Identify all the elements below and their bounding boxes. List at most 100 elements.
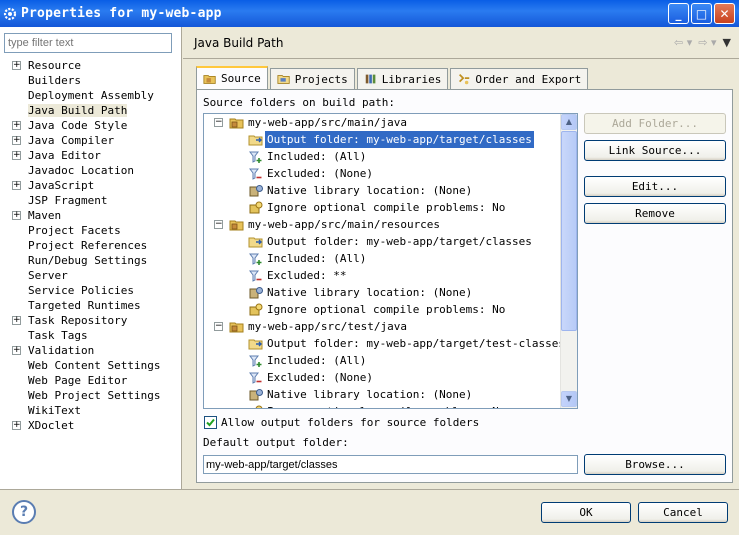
- nav-item-java-code-style[interactable]: + Java Code Style: [12, 118, 160, 133]
- ignore-problems-icon: [248, 200, 264, 216]
- browse-button[interactable]: Browse...: [584, 454, 726, 475]
- tab-libraries[interactable]: Libraries: [356, 68, 449, 89]
- source-attribute-node[interactable]: Included: (All): [204, 148, 562, 165]
- output-folder-icon: [248, 234, 264, 250]
- tree-node-label: Ignore optional compile problems: No: [267, 201, 506, 214]
- edit-button[interactable]: Edit...: [584, 176, 726, 197]
- nav-item-validation[interactable]: + Validation: [12, 343, 160, 358]
- gear-icon: [2, 6, 18, 22]
- nav-item-project-references[interactable]: Project References: [12, 238, 160, 253]
- nav-item-builders[interactable]: Builders: [12, 73, 160, 88]
- nav-item-resource[interactable]: + Resource: [12, 58, 160, 73]
- close-button[interactable]: ✕: [714, 3, 735, 24]
- source-attribute-node[interactable]: Output folder: my-web-app/target/test-cl…: [204, 335, 565, 352]
- nav-item-java-compiler[interactable]: + Java Compiler: [12, 133, 160, 148]
- nav-item-label: Task Repository: [28, 314, 128, 327]
- default-output-field[interactable]: [203, 455, 578, 474]
- view-menu-icon[interactable]: ▼: [723, 36, 731, 49]
- nav-item-label: Resource: [28, 59, 81, 72]
- ok-button[interactable]: OK: [541, 502, 631, 523]
- nav-item-jsp-fragment[interactable]: JSP Fragment: [12, 193, 160, 208]
- tree-node-label: Included: (All): [267, 252, 367, 265]
- expand-icon[interactable]: +: [12, 316, 21, 325]
- source-attribute-node[interactable]: Ignore optional compile problems: No: [204, 199, 562, 216]
- scrollbar-thumb[interactable]: [561, 131, 577, 331]
- minimize-button[interactable]: _: [668, 3, 689, 24]
- expand-icon[interactable]: +: [12, 211, 21, 220]
- nav-item-label: Project References: [28, 239, 148, 252]
- projects-icon: [277, 72, 291, 86]
- add-folder-button[interactable]: Add Folder...: [584, 113, 726, 134]
- collapse-icon[interactable]: −: [214, 322, 223, 331]
- nav-item-web-page-editor[interactable]: Web Page Editor: [12, 373, 160, 388]
- nav-item-label: Java Code Style: [28, 119, 128, 132]
- help-icon[interactable]: ?: [12, 500, 36, 524]
- scroll-up-icon[interactable]: ▲: [561, 114, 577, 130]
- remove-button[interactable]: Remove: [584, 203, 726, 224]
- link-source-button[interactable]: Link Source...: [584, 140, 726, 161]
- expand-icon[interactable]: +: [12, 136, 21, 145]
- source-attribute-node[interactable]: Excluded: (None): [204, 369, 562, 386]
- nav-item-label: Java Editor: [28, 149, 101, 162]
- source-folders-tree[interactable]: − my-web-app/src/main/java Output folder: …: [203, 113, 578, 409]
- allow-output-checkbox[interactable]: [204, 416, 217, 429]
- maximize-button[interactable]: □: [691, 3, 712, 24]
- source-attribute-node[interactable]: Output folder: my-web-app/target/classes: [204, 130, 562, 149]
- nav-item-targeted-runtimes[interactable]: Targeted Runtimes: [12, 298, 160, 313]
- tab-projects[interactable]: Projects: [269, 68, 355, 89]
- collapse-icon[interactable]: −: [214, 220, 223, 229]
- tab-source[interactable]: Source: [196, 66, 268, 89]
- nav-item-javascript[interactable]: + JavaScript: [12, 178, 160, 193]
- nav-item-xdoclet[interactable]: + XDoclet: [12, 418, 160, 433]
- nav-item-wikitext[interactable]: WikiText: [12, 403, 160, 418]
- history-nav: ⇦ ▾ ⇨ ▾ ▼: [674, 36, 731, 49]
- nav-item-deployment-assembly[interactable]: Deployment Assembly: [12, 88, 160, 103]
- source-attribute-node[interactable]: Native library location: (None): [204, 386, 562, 403]
- source-folder-node[interactable]: − my-web-app/src/main/resources: [204, 216, 562, 233]
- nav-item-java-editor[interactable]: + Java Editor: [12, 148, 160, 163]
- source-attribute-node[interactable]: Ignore optional compile problems: No: [204, 301, 562, 318]
- source-attribute-node[interactable]: Ignore optional compile problems: No: [204, 403, 562, 408]
- allow-output-label[interactable]: Allow output folders for source folders: [221, 416, 479, 429]
- nav-item-project-facets[interactable]: Project Facets: [12, 223, 160, 238]
- nav-item-javadoc-location[interactable]: Javadoc Location: [12, 163, 160, 178]
- source-folder-node[interactable]: − my-web-app/src/main/java: [204, 114, 562, 131]
- source-attribute-node[interactable]: Excluded: **: [204, 267, 562, 284]
- source-attribute-node[interactable]: Excluded: (None): [204, 165, 562, 182]
- expand-icon[interactable]: +: [12, 151, 21, 160]
- nav-item-task-tags[interactable]: Task Tags: [12, 328, 160, 343]
- expand-icon[interactable]: +: [12, 421, 21, 430]
- output-folder-icon: [248, 132, 264, 148]
- tree-node-label: Excluded: (None): [267, 167, 373, 180]
- source-attribute-node[interactable]: Included: (All): [204, 352, 562, 369]
- filter-input[interactable]: [4, 33, 172, 53]
- expand-icon[interactable]: +: [12, 181, 21, 190]
- nav-item-web-project-settings[interactable]: Web Project Settings: [12, 388, 160, 403]
- nav-item-server[interactable]: Server: [12, 268, 160, 283]
- expand-icon[interactable]: +: [12, 346, 21, 355]
- nav-item-maven[interactable]: + Maven: [12, 208, 160, 223]
- expand-icon[interactable]: +: [12, 61, 21, 70]
- source-attribute-node[interactable]: Included: (All): [204, 250, 562, 267]
- ignore-problems-icon: [248, 404, 264, 408]
- nav-item-task-repository[interactable]: + Task Repository: [12, 313, 160, 328]
- cancel-button[interactable]: Cancel: [638, 502, 728, 523]
- source-attribute-node[interactable]: Native library location: (None): [204, 182, 562, 199]
- source-attribute-node[interactable]: Output folder: my-web-app/target/classes: [204, 233, 562, 250]
- back-arrow-icon[interactable]: ⇦ ▾: [674, 36, 692, 49]
- source-folder-node[interactable]: − my-web-app/src/test/java: [204, 318, 562, 335]
- nav-item-label: WikiText: [28, 404, 81, 417]
- source-attribute-node[interactable]: Native library location: (None): [204, 284, 562, 301]
- scroll-down-icon[interactable]: ▼: [561, 391, 577, 407]
- nav-item-web-content-settings[interactable]: Web Content Settings: [12, 358, 160, 373]
- forward-arrow-icon[interactable]: ⇨ ▾: [698, 36, 716, 49]
- tab-label: Libraries: [381, 72, 442, 86]
- collapse-icon[interactable]: −: [214, 118, 223, 127]
- expand-icon[interactable]: +: [12, 121, 21, 130]
- nav-item-run-debug-settings[interactable]: Run/Debug Settings: [12, 253, 160, 268]
- tree-vertical-scrollbar[interactable]: ▲ ▼: [560, 114, 577, 408]
- tree-node-label: Native library location: (None): [267, 388, 473, 401]
- tab-order-and-export[interactable]: Order and Export: [450, 68, 589, 89]
- nav-item-service-policies[interactable]: Service Policies: [12, 283, 160, 298]
- nav-item-java-build-path[interactable]: Java Build Path: [12, 103, 160, 118]
